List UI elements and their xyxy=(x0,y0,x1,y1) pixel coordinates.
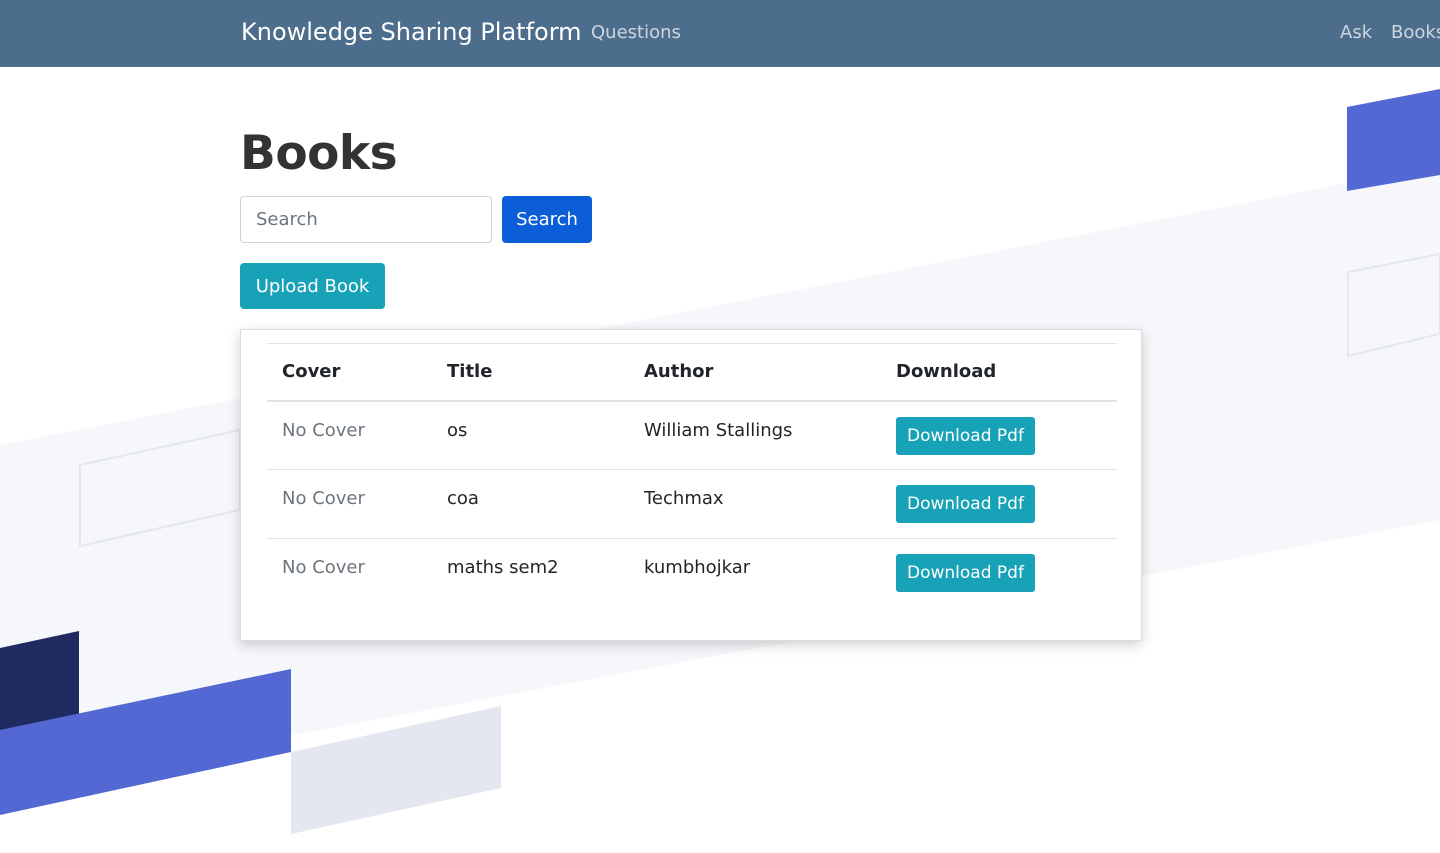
download-cell: Download Pdf xyxy=(881,401,1117,470)
nav-link-books[interactable]: Books xyxy=(1391,22,1440,43)
upload-book-button[interactable]: Upload Book xyxy=(240,263,385,309)
books-card: Cover Title Author Download No Cover os … xyxy=(240,329,1142,641)
author-cell: kumbhojkar xyxy=(629,538,881,608)
books-table: Cover Title Author Download No Cover os … xyxy=(267,343,1117,608)
search-button[interactable]: Search xyxy=(502,196,592,243)
table-row: No Cover coa Techmax Download Pdf xyxy=(267,469,1117,539)
page-title: Books xyxy=(240,126,398,181)
search-input[interactable] xyxy=(240,196,492,243)
table-header-row: Cover Title Author Download xyxy=(267,343,1117,402)
download-cell: Download Pdf xyxy=(881,538,1117,608)
download-pdf-button[interactable]: Download Pdf xyxy=(896,416,1035,455)
download-cell: Download Pdf xyxy=(881,469,1117,539)
download-pdf-button[interactable]: Download Pdf xyxy=(896,485,1035,523)
background-blue-shape xyxy=(1347,89,1440,191)
title-cell: coa xyxy=(432,469,629,539)
cover-cell: No Cover xyxy=(267,469,432,539)
download-pdf-button[interactable]: Download Pdf xyxy=(896,554,1035,592)
column-header-author: Author xyxy=(629,343,881,402)
cover-cell: No Cover xyxy=(267,538,432,608)
column-header-download: Download xyxy=(881,343,1117,402)
top-navbar: Knowledge Sharing Platform Questions Ask… xyxy=(0,0,1440,67)
brand-link[interactable]: Knowledge Sharing Platform xyxy=(241,18,582,46)
author-cell: Techmax xyxy=(629,469,881,539)
title-cell: os xyxy=(447,419,468,441)
cover-cell: No Cover xyxy=(282,419,365,441)
table-row: No Cover os William Stallings Download P… xyxy=(267,401,1117,470)
title-cell: maths sem2 xyxy=(432,538,629,608)
nav-link-questions[interactable]: Questions xyxy=(591,22,681,43)
column-header-cover: Cover xyxy=(267,343,432,402)
table-row: No Cover maths sem2 kumbhojkar Download … xyxy=(267,538,1117,608)
author-cell: William Stallings xyxy=(644,419,793,441)
nav-link-ask[interactable]: Ask xyxy=(1340,22,1372,43)
column-header-title: Title xyxy=(432,343,629,402)
